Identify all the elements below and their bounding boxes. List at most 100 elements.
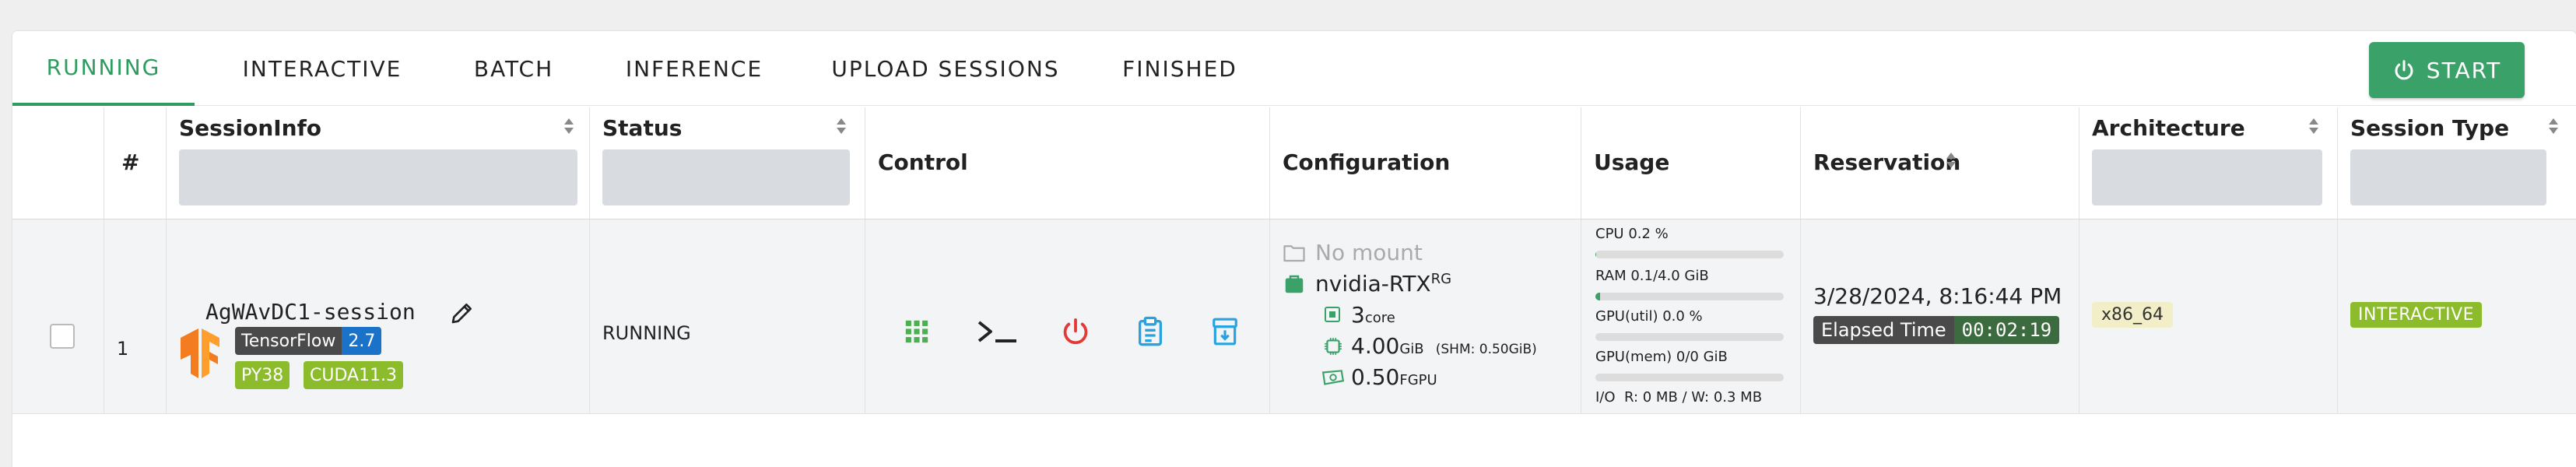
header-control-label: Control	[878, 149, 968, 175]
mem-value-group: 4.00GiB (SHM: 0.50GiB)	[1351, 333, 1537, 359]
session-name: AgWAvDC1-session	[205, 299, 416, 325]
kernel-version: 2.7	[342, 327, 382, 355]
cell-session-type: INTERACTIVE	[2338, 219, 2576, 413]
cell-control	[865, 219, 1270, 413]
mem-unit: GiB	[1399, 341, 1424, 357]
ram-usage-label: RAM 0.1/4.0 GiB	[1595, 268, 1709, 284]
sort-icon[interactable]	[2308, 117, 2319, 135]
row-checkbox[interactable]	[50, 324, 75, 349]
sessioninfo-filter-input[interactable]	[179, 149, 577, 205]
session-tabs: RUNNING INTERACTIVE BATCH INFERENCE UPLO…	[12, 31, 2576, 106]
header-usage-label: Usage	[1594, 149, 1670, 175]
architecture-badge: x86_64	[2092, 302, 2174, 328]
kernel-badge: TensorFlow 2.7	[235, 327, 382, 355]
tab-interactive[interactable]: INTERACTIVE	[212, 31, 433, 106]
cell-reservation: 3/28/2024, 8:16:44 PM Elapsed Time 00:02…	[1801, 219, 2079, 413]
gpu-mem-bar	[1595, 374, 1784, 381]
start-button[interactable]: START	[2369, 42, 2525, 98]
cpu-value-group: 3core	[1351, 302, 1395, 328]
header-sessioninfo-label: SessionInfo	[179, 115, 322, 141]
mount-text: No mount	[1315, 240, 1423, 265]
tab-inference[interactable]: INFERENCE	[601, 31, 788, 106]
tab-finished[interactable]: FINISHED	[1102, 31, 1258, 106]
gpu-util-label: GPU(util) 0.0 %	[1595, 308, 1703, 325]
apps-icon[interactable]	[900, 314, 934, 349]
terminal-icon[interactable]	[974, 314, 1021, 349]
log-icon[interactable]	[1133, 314, 1167, 349]
shm-value: (SHM: 0.50GiB)	[1435, 342, 1537, 357]
header-status-label: Status	[602, 115, 683, 141]
tab-batch[interactable]: BATCH	[442, 31, 585, 106]
tab-upload-sessions[interactable]: UPLOAD SESSIONS	[805, 31, 1086, 106]
gpu-unit: FGPU	[1399, 372, 1437, 388]
elapsed-label: Elapsed Time	[1813, 316, 1954, 344]
sort-icon[interactable]	[2548, 117, 2559, 135]
tag-py38: PY38	[241, 365, 284, 385]
cpu-usage-label: CPU 0.2 %	[1595, 226, 1669, 242]
power-icon[interactable]	[1058, 314, 1093, 349]
gpu-icon	[1321, 370, 1345, 385]
header-num: #	[104, 107, 167, 219]
cell-status: RUNNING	[590, 219, 865, 413]
io-label: I/O	[1595, 389, 1616, 406]
header-session-type-label: Session Type	[2350, 115, 2510, 141]
header-control: Control	[865, 107, 1270, 219]
download-icon[interactable]	[1208, 314, 1242, 349]
cell-select	[12, 219, 104, 413]
sort-icon[interactable]	[1946, 151, 1957, 170]
gpu-value: 0.50	[1351, 364, 1400, 390]
reservation-date: 3/28/2024, 8:16:44 PM	[1813, 283, 2062, 309]
header-usage: Usage	[1581, 107, 1801, 219]
cpu-unit: core	[1364, 310, 1395, 326]
resource-group-suffix: RG	[1430, 271, 1452, 287]
resource-group-name: nvidia-RTX	[1315, 271, 1431, 297]
header-architecture-label: Architecture	[2092, 115, 2245, 141]
sort-icon[interactable]	[836, 117, 847, 135]
header-num-label: #	[121, 149, 140, 175]
session-type-badge: INTERACTIVE	[2350, 302, 2483, 328]
table-header: # SessionInfo Status Control Configurati…	[12, 107, 2576, 219]
edit-icon[interactable]	[450, 300, 475, 325]
header-select	[12, 107, 104, 219]
ram-usage-bar	[1595, 293, 1784, 300]
status-filter-input[interactable]	[602, 149, 850, 205]
resource-group: nvidia-RTXRG	[1315, 271, 1451, 297]
io-value: R: 0 MB / W: 0.3 MB	[1624, 389, 1763, 406]
cpu-usage-bar	[1595, 251, 1784, 258]
tab-running[interactable]: RUNNING	[12, 31, 195, 106]
header-configuration: Configuration	[1270, 107, 1581, 219]
gpu-mem-label: GPU(mem) 0/0 GiB	[1595, 349, 1728, 365]
session-type-filter-input[interactable]	[2350, 149, 2546, 205]
elapsed-time-badge: Elapsed Time 00:02:19	[1813, 316, 2060, 344]
elapsed-value: 00:02:19	[1953, 316, 2060, 344]
header-status: Status	[590, 107, 865, 219]
tensorflow-logo-icon	[181, 328, 219, 378]
header-sessioninfo: SessionInfo	[167, 107, 590, 219]
architecture-filter-input[interactable]	[2092, 149, 2322, 205]
start-button-label: START	[2426, 57, 2502, 83]
cell-architecture: x86_64	[2079, 219, 2338, 413]
tag-badge: CUDA11.3	[304, 361, 404, 389]
row-number: 1	[117, 338, 129, 360]
tag-cuda: CUDA11.3	[310, 365, 398, 385]
power-icon	[2395, 60, 2413, 80]
resource-group-icon	[1285, 275, 1304, 293]
io-usage: I/O R: 0 MB / W: 0.3 MB	[1595, 389, 1762, 406]
cell-usage: CPU 0.2 % RAM 0.1/4.0 GiB GPU(util) 0.0 …	[1581, 219, 1801, 413]
header-session-type: Session Type	[2338, 107, 2576, 219]
gpu-util-bar	[1595, 333, 1784, 341]
status-text: RUNNING	[602, 322, 691, 344]
tag-badge: PY38	[235, 361, 290, 389]
folder-icon	[1283, 245, 1305, 262]
sessions-panel: RUNNING INTERACTIVE BATCH INFERENCE UPLO…	[12, 31, 2576, 467]
header-configuration-label: Configuration	[1283, 149, 1451, 175]
cell-sessioninfo: AgWAvDC1-session TensorFlow 2.7 PY38 CUD…	[167, 219, 590, 413]
mem-value: 4.00	[1351, 333, 1400, 359]
sort-icon[interactable]	[563, 117, 574, 135]
table-row: 1 AgWAvDC1-session TensorFlow 2.7 PY38 C…	[12, 219, 2576, 414]
cell-num: 1	[104, 219, 167, 413]
memory-icon	[1325, 338, 1342, 355]
header-architecture: Architecture	[2079, 107, 2338, 219]
cpu-icon	[1325, 307, 1340, 322]
header-reservation: Reservation	[1801, 107, 2079, 219]
